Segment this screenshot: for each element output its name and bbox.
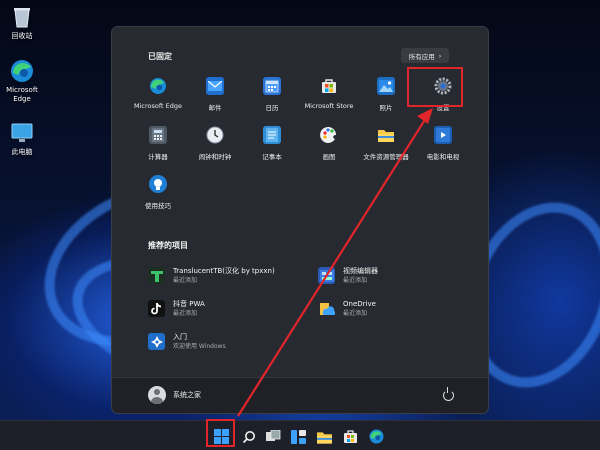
settings-highlight-box xyxy=(407,67,463,107)
recommended-item[interactable]: 视频编辑器 最近添加 xyxy=(318,266,378,285)
power-icon[interactable] xyxy=(443,387,454,401)
pinned-app-photos[interactable]: 照片 xyxy=(358,77,414,121)
taskbar xyxy=(0,420,600,450)
pinned-section-title: 已固定 xyxy=(148,52,172,61)
pinned-app-calendar[interactable]: 日历 xyxy=(244,77,300,121)
clock-icon xyxy=(206,126,224,144)
edge-button[interactable] xyxy=(369,429,384,444)
store-icon xyxy=(320,77,338,95)
app-label: 文件资源管理器 xyxy=(363,153,409,161)
app-label: 照片 xyxy=(379,104,393,112)
app-label: 邮件 xyxy=(208,104,222,112)
photos-icon xyxy=(377,77,395,95)
user-account-button[interactable]: 系统之家 xyxy=(148,386,201,404)
recommended-title: OneDrive xyxy=(343,300,376,308)
task-view-button[interactable] xyxy=(266,429,281,444)
desktop-icon-recycle-bin[interactable]: 回收站 xyxy=(0,4,44,41)
recommended-subtitle: 最近添加 xyxy=(343,277,368,284)
all-apps-button[interactable]: 所有应用 › xyxy=(401,48,449,63)
recycle-bin-icon xyxy=(9,4,35,30)
app-label: 记事本 xyxy=(262,153,282,161)
start-menu-footer: 系统之家 xyxy=(112,377,488,413)
douyin-icon xyxy=(148,300,165,317)
app-label: Microsoft Store xyxy=(304,102,354,110)
recommended-title: 入门 xyxy=(173,333,187,341)
pinned-app-tips[interactable]: 使用技巧 xyxy=(130,175,186,219)
movies-icon xyxy=(434,126,452,144)
app-label: Microsoft Edge xyxy=(133,102,182,110)
pinned-app-clock[interactable]: 闹钟和时钟 xyxy=(187,126,243,170)
search-button[interactable] xyxy=(241,429,256,444)
start-button-highlight-box xyxy=(206,419,235,447)
recommended-item[interactable]: 抖音 PWA 最近添加 xyxy=(148,299,205,318)
app-label: 闹钟和时钟 xyxy=(198,153,232,161)
folder-icon xyxy=(377,126,395,144)
app-label: 画图 xyxy=(322,153,336,161)
pinned-app-mail[interactable]: 邮件 xyxy=(187,77,243,121)
recommended-subtitle: 最近添加 xyxy=(173,277,198,284)
video-editor-icon xyxy=(318,267,335,284)
notepad-icon xyxy=(263,126,281,144)
app-label: 使用技巧 xyxy=(145,202,171,210)
recommended-title: 抖音 PWA xyxy=(173,300,205,308)
app-label: 电影和电视 xyxy=(426,153,460,161)
calculator-icon xyxy=(149,126,167,144)
all-apps-label: 所有应用 xyxy=(408,52,435,61)
edge-icon xyxy=(9,58,35,84)
get-started-icon xyxy=(148,333,165,350)
pinned-app-calculator[interactable]: 计算器 xyxy=(130,126,186,170)
file-explorer-icon xyxy=(317,431,332,444)
recommended-subtitle: 最近添加 xyxy=(343,310,368,317)
pinned-app-notepad[interactable]: 记事本 xyxy=(244,126,300,170)
chevron-right-icon: › xyxy=(438,51,442,60)
mail-icon xyxy=(206,77,224,95)
widgets-button[interactable] xyxy=(291,429,306,444)
edge-icon xyxy=(369,429,384,444)
task-view-icon xyxy=(266,430,281,441)
recommended-title: TranslucentTB(汉化 by tpxxn) xyxy=(173,267,275,275)
desktop-icon-edge[interactable]: Microsoft Edge xyxy=(0,58,44,104)
pinned-app-store[interactable]: Microsoft Store xyxy=(301,77,357,121)
widgets-icon xyxy=(291,429,306,444)
recommended-section-title: 推荐的项目 xyxy=(148,241,188,250)
desktop-icon-label: 此电脑 xyxy=(11,148,33,156)
store-icon xyxy=(344,430,357,443)
recommended-item[interactable]: OneDrive 最近添加 xyxy=(318,299,376,318)
app-label: 日历 xyxy=(265,104,279,112)
recommended-subtitle: 最近添加 xyxy=(173,310,198,317)
recommended-subtitle: 欢迎使用 Windows xyxy=(173,343,226,350)
app-label: 计算器 xyxy=(148,153,168,161)
paint-icon xyxy=(320,126,338,144)
avatar xyxy=(148,386,166,404)
desktop-icon-label: 回收站 xyxy=(11,32,33,40)
recommended-item[interactable]: 入门 欢迎使用 Windows xyxy=(148,332,226,351)
desktop-icon-label: Microsoft Edge xyxy=(6,86,38,103)
edge-icon xyxy=(149,77,167,95)
pinned-app-edge[interactable]: Microsoft Edge xyxy=(130,77,186,121)
pinned-app-file-explorer[interactable]: 文件资源管理器 xyxy=(358,126,414,170)
calendar-icon xyxy=(263,77,281,95)
desktop-icon-this-pc[interactable]: 此电脑 xyxy=(0,120,44,157)
translucenttb-icon xyxy=(148,267,165,284)
recommended-item[interactable]: TranslucentTB(汉化 by tpxxn) 最近添加 xyxy=(148,266,275,285)
tips-icon xyxy=(149,175,167,193)
store-button[interactable] xyxy=(343,429,358,444)
onedrive-icon xyxy=(318,300,335,317)
this-pc-icon xyxy=(9,120,35,146)
file-explorer-button[interactable] xyxy=(317,429,332,444)
pinned-app-paint[interactable]: 画图 xyxy=(301,126,357,170)
recommended-title: 视频编辑器 xyxy=(343,267,378,275)
pinned-app-movies[interactable]: 电影和电视 xyxy=(415,126,471,170)
user-name: 系统之家 xyxy=(173,391,201,399)
search-icon xyxy=(242,430,255,443)
